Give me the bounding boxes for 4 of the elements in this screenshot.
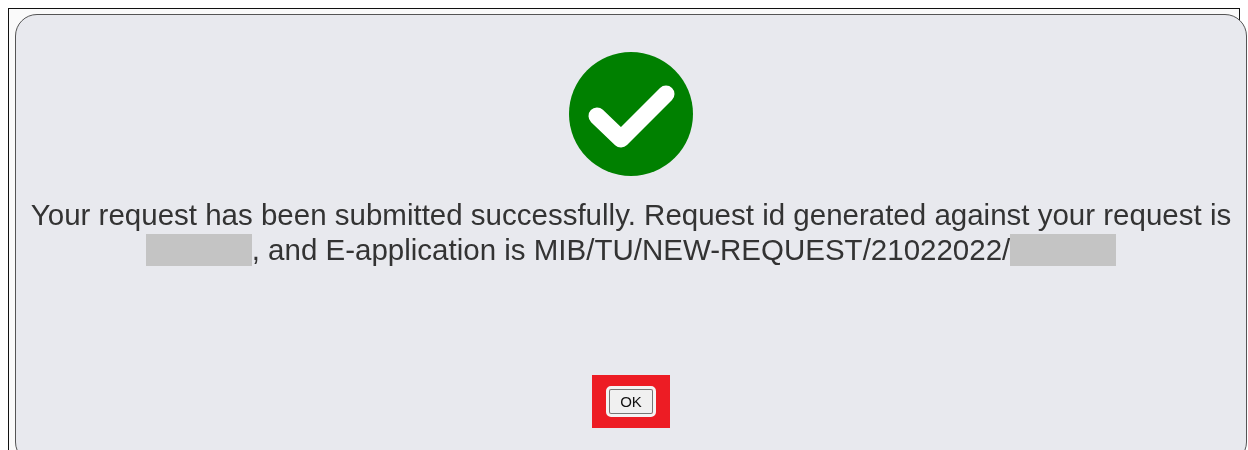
message-text: , and E-application is MIB/TU/NEW-REQUEST/21022022/ [251,232,1011,267]
check-circle-icon [569,52,693,176]
ok-button[interactable]: OK [609,389,653,414]
message-text: Your request has been submitted successfully. Request id generated against your request is [30,197,1232,232]
